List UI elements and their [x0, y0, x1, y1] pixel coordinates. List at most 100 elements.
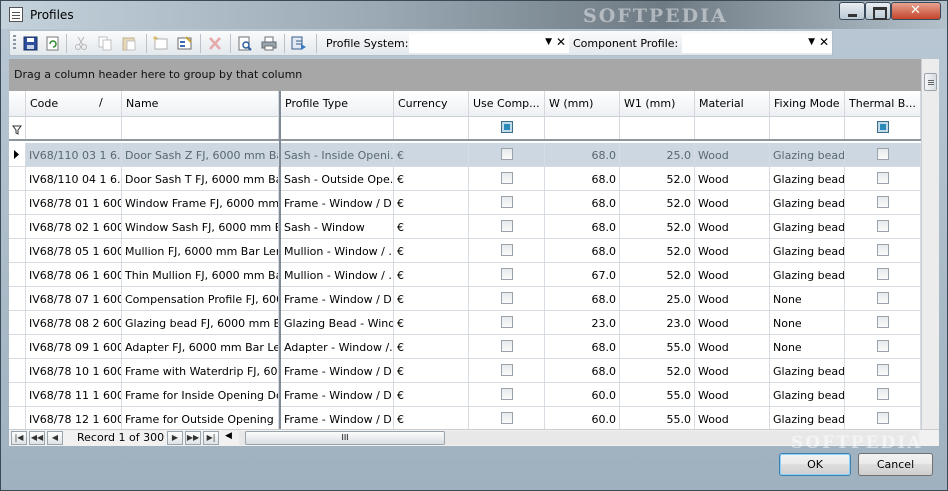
cell-fixing-mode[interactable]: Glazing bead	[770, 191, 845, 214]
prev-page-button[interactable]: ◀◀	[29, 431, 45, 445]
maximize-button[interactable]	[865, 2, 891, 20]
column-header-currency[interactable]: Currency	[394, 91, 469, 117]
close-button[interactable]	[891, 2, 941, 20]
cell-name[interactable]: Compensation Profile FJ, 600...	[122, 287, 279, 310]
row-checkbox[interactable]	[876, 268, 889, 280]
cell-material[interactable]: Wood	[695, 143, 770, 166]
cell-thermal-break[interactable]	[845, 287, 921, 310]
clear-icon[interactable]: ✕	[556, 35, 566, 49]
row-indicator[interactable]	[9, 407, 26, 429]
column-header-name[interactable]: Name	[122, 91, 279, 117]
row-checkbox[interactable]	[876, 244, 889, 256]
row-checkbox[interactable]	[876, 340, 889, 352]
profile-system-combo[interactable]: ▼ ✕	[409, 34, 569, 53]
cell-currency[interactable]: €	[394, 359, 469, 382]
table-row[interactable]: IV68/110 03 1 6... Door Sash Z FJ, 6000 m…	[9, 143, 921, 167]
print-preview-button[interactable]	[236, 35, 254, 52]
row-checkbox[interactable]	[500, 292, 513, 304]
cell-name[interactable]: Frame for Inside Opening Do...	[122, 383, 279, 406]
row-checkbox[interactable]	[876, 148, 889, 160]
cell-profile-type[interactable]: Frame - Window / D...	[281, 407, 394, 429]
cell-use-comp[interactable]	[469, 215, 545, 238]
cell-w[interactable]: 60.0	[545, 383, 620, 406]
cell-thermal-break[interactable]	[845, 167, 921, 190]
cell-code[interactable]: IV68/78 11 1 6000	[26, 383, 122, 406]
cell-w1[interactable]: 52.0	[620, 263, 695, 286]
cell-profile-type[interactable]: Mullion - Window / ...	[281, 263, 394, 286]
dropdown-arrow-icon[interactable]: ▼	[545, 37, 552, 47]
row-checkbox[interactable]	[876, 220, 889, 232]
table-row[interactable]: IV68/78 06 1 6000 Thin Mullion FJ, 6000 m…	[9, 263, 921, 287]
cell-fixing-mode[interactable]: None	[770, 335, 845, 358]
cell-w[interactable]: 68.0	[545, 215, 620, 238]
cell-w[interactable]: 68.0	[545, 335, 620, 358]
cell-material[interactable]: Wood	[695, 287, 770, 310]
row-checkbox[interactable]	[876, 292, 889, 304]
cell-name[interactable]: Window Sash FJ, 6000 mm B...	[122, 215, 279, 238]
cell-fixing-mode[interactable]: Glazing bead	[770, 263, 845, 286]
cell-w1[interactable]: 52.0	[620, 215, 695, 238]
filter-use-comp[interactable]	[469, 117, 545, 139]
cell-w[interactable]: 68.0	[545, 143, 620, 166]
delete-button[interactable]	[206, 35, 224, 52]
cell-w[interactable]: 60.0	[545, 407, 620, 429]
cancel-button[interactable]: Cancel	[858, 453, 933, 476]
cell-currency[interactable]: €	[394, 407, 469, 429]
cell-thermal-break[interactable]	[845, 191, 921, 214]
row-checkbox[interactable]	[500, 340, 513, 352]
cell-code[interactable]: IV68/110 04 1 6...	[26, 167, 122, 190]
cell-code[interactable]: IV68/78 10 1 6000	[26, 359, 122, 382]
column-header-profile-type[interactable]: Profile Type	[281, 91, 394, 117]
cell-w[interactable]: 68.0	[545, 191, 620, 214]
cell-code[interactable]: IV68/78 12 1 6000	[26, 407, 122, 429]
cell-name[interactable]: Mullion FJ, 6000 mm Bar Length	[122, 239, 279, 262]
minimize-button[interactable]	[839, 2, 865, 20]
prev-record-button[interactable]: ◀	[47, 431, 63, 445]
cell-thermal-break[interactable]	[845, 359, 921, 382]
filter-currency[interactable]	[394, 117, 469, 139]
table-row[interactable]: IV68/78 11 1 6000 Frame for Inside Openin…	[9, 383, 921, 407]
filter-profile-type[interactable]	[281, 117, 394, 139]
cell-use-comp[interactable]	[469, 287, 545, 310]
cell-profile-type[interactable]: Sash - Window	[281, 215, 394, 238]
row-checkbox[interactable]	[500, 388, 513, 400]
row-indicator[interactable]	[9, 263, 26, 286]
row-checkbox[interactable]	[500, 412, 513, 424]
row-indicator[interactable]	[9, 167, 26, 190]
cell-material[interactable]: Wood	[695, 359, 770, 382]
column-header-fixing-mode[interactable]: Fixing Mode	[770, 91, 845, 117]
cell-profile-type[interactable]: Sash - Outside Ope...	[281, 167, 394, 190]
table-row[interactable]: IV68/78 08 2 6000 Glazing bead FJ, 6000 m…	[9, 311, 921, 335]
column-header-w[interactable]: W (mm)	[545, 91, 620, 117]
cell-thermal-break[interactable]	[845, 215, 921, 238]
first-record-button[interactable]: |◀	[11, 431, 27, 445]
cell-currency[interactable]: €	[394, 335, 469, 358]
row-indicator[interactable]	[9, 383, 26, 406]
cell-material[interactable]: Wood	[695, 335, 770, 358]
cell-profile-type[interactable]: Adapter - Window /...	[281, 335, 394, 358]
row-checkbox[interactable]	[500, 220, 513, 232]
cell-name[interactable]: Glazing bead FJ, 6000 mm B...	[122, 311, 279, 334]
cell-profile-type[interactable]: Frame - Window / D...	[281, 383, 394, 406]
cell-use-comp[interactable]	[469, 335, 545, 358]
row-checkbox[interactable]	[876, 388, 889, 400]
cell-fixing-mode[interactable]: None	[770, 311, 845, 334]
cell-use-comp[interactable]	[469, 167, 545, 190]
row-checkbox[interactable]	[500, 196, 513, 208]
cell-material[interactable]: Wood	[695, 311, 770, 334]
cell-fixing-mode[interactable]: Glazing bead	[770, 143, 845, 166]
row-checkbox[interactable]	[500, 316, 513, 328]
cell-thermal-break[interactable]	[845, 239, 921, 262]
cell-material[interactable]: Wood	[695, 191, 770, 214]
row-checkbox[interactable]	[500, 268, 513, 280]
cell-code[interactable]: IV68/78 02 1 6000	[26, 215, 122, 238]
cell-currency[interactable]: €	[394, 239, 469, 262]
cell-material[interactable]: Wood	[695, 167, 770, 190]
row-checkbox[interactable]	[876, 172, 889, 184]
vertical-scroll-thumb[interactable]	[924, 73, 937, 91]
cell-thermal-break[interactable]	[845, 335, 921, 358]
table-row[interactable]: IV68/110 04 1 6... Door Sash T FJ, 6000 m…	[9, 167, 921, 191]
paste-button[interactable]	[120, 35, 138, 52]
filter-checkbox[interactable]	[500, 121, 513, 133]
print-button[interactable]	[260, 35, 278, 52]
